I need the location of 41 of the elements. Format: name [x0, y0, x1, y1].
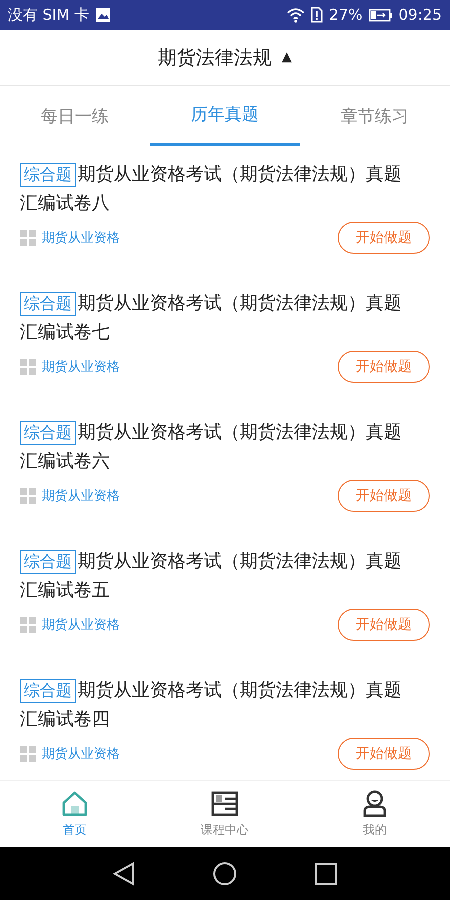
- grid-icon: [20, 488, 36, 504]
- image-icon: [95, 7, 112, 23]
- grid-icon: [20, 359, 36, 375]
- carrier-text: 没有 SIM 卡: [8, 6, 90, 24]
- tab[interactable]: 历年真题: [150, 86, 300, 146]
- category-text: 期货从业资格: [42, 488, 121, 505]
- paper-title: 综合题 期货从业资格考试（期货法律法规）真题汇编试卷七: [20, 291, 403, 345]
- start-button[interactable]: 开始做题: [338, 222, 430, 254]
- start-button[interactable]: 开始做题: [338, 738, 430, 770]
- wifi-icon: [287, 8, 306, 22]
- start-button[interactable]: 开始做题: [338, 351, 430, 383]
- category-text: 期货从业资格: [42, 230, 121, 247]
- home-circle-icon[interactable]: [213, 862, 237, 886]
- nav-item[interactable]: 首页: [0, 781, 150, 847]
- paper-title: 综合题 期货从业资格考试（期货法律法规）真题汇编试卷五: [20, 549, 403, 603]
- category-text: 期货从业资格: [42, 359, 121, 376]
- paper-title: 综合题 期货从业资格考试（期货法律法规）真题汇编试卷四: [20, 678, 403, 732]
- tab[interactable]: 章节练习: [300, 86, 450, 146]
- battery-text: 27%: [329, 6, 363, 24]
- category-text: 期货从业资格: [42, 617, 121, 634]
- start-button[interactable]: 开始做题: [338, 480, 430, 512]
- grid-icon: [20, 746, 36, 762]
- nav-item[interactable]: 课程中心: [150, 781, 300, 847]
- page-title: 期货法律法规: [158, 46, 272, 70]
- category-text: 期货从业资格: [42, 746, 121, 763]
- sim-alert-icon: [311, 7, 324, 23]
- grid-icon: [20, 230, 36, 246]
- battery-icon: [368, 8, 393, 22]
- start-button[interactable]: 开始做题: [338, 609, 430, 641]
- book-icon: [211, 790, 239, 818]
- nav-item[interactable]: 我的: [300, 781, 450, 847]
- paper-title: 综合题 期货从业资格考试（期货法律法规）真题汇编试卷八: [20, 162, 403, 216]
- dropdown-caret[interactable]: ▲: [282, 50, 292, 65]
- home-icon: [61, 790, 89, 818]
- recents-icon[interactable]: [315, 862, 337, 884]
- clock-text: 09:25: [398, 6, 442, 24]
- back-icon[interactable]: [113, 862, 135, 886]
- paper-title: 综合题 期货从业资格考试（期货法律法规）真题汇编试卷六: [20, 420, 403, 474]
- grid-icon: [20, 617, 36, 633]
- user-icon: [361, 790, 389, 818]
- tab[interactable]: 每日一练: [0, 86, 150, 146]
